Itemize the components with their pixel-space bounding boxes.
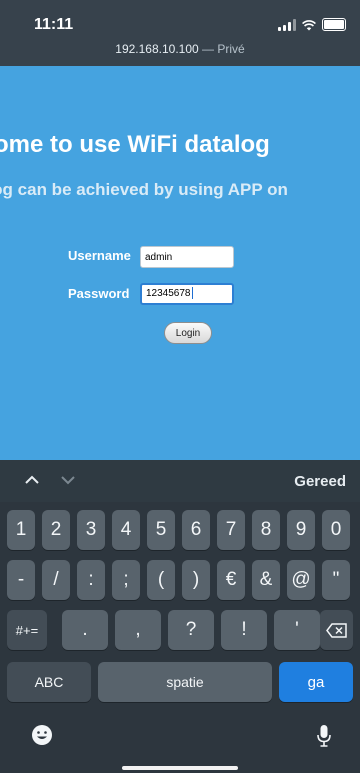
key-semicolon[interactable]: ; (112, 560, 140, 600)
page-title: lcome to use WiFi datalog (0, 131, 270, 158)
browser-top-bar: 11:11 192.168.10.100 — Privé (0, 0, 360, 66)
key-colon[interactable]: : (77, 560, 105, 600)
emoji-icon[interactable] (31, 724, 53, 746)
keyboard-toolbar: Gereed (0, 460, 360, 502)
key-7[interactable]: 7 (217, 510, 245, 550)
done-button[interactable]: Gereed (294, 473, 346, 490)
battery-icon (322, 18, 346, 31)
backspace-icon (325, 622, 347, 638)
key-question[interactable]: ? (168, 610, 214, 650)
cellular-signal-icon (278, 18, 296, 31)
text-caret (191, 287, 193, 300)
key-symbols[interactable]: #+= (7, 610, 47, 650)
status-time: 11:11 (34, 16, 74, 33)
keyboard: 1 2 3 4 5 6 7 8 9 0 - / : ; ( ) € & @ " … (0, 502, 360, 773)
address-bar[interactable]: 192.168.10.100 — Privé (0, 42, 360, 56)
username-label: Username (68, 248, 131, 263)
key-comma[interactable]: , (115, 610, 161, 650)
key-quote[interactable]: " (322, 560, 350, 600)
key-open-paren[interactable]: ( (147, 560, 175, 600)
key-apostrophe[interactable]: ' (274, 610, 320, 650)
key-euro[interactable]: € (217, 560, 245, 600)
chevron-up-icon[interactable] (24, 472, 40, 488)
chevron-down-icon[interactable] (60, 472, 76, 488)
username-input[interactable]: admin (140, 246, 234, 268)
username-value: admin (145, 252, 173, 263)
go-key[interactable]: ga (279, 662, 353, 702)
key-8[interactable]: 8 (252, 510, 280, 550)
key-0[interactable]: 0 (322, 510, 350, 550)
web-content: lcome to use WiFi datalog alog can be ac… (0, 66, 360, 460)
key-2[interactable]: 2 (42, 510, 70, 550)
login-button[interactable]: Login (164, 322, 212, 344)
backspace-key[interactable] (320, 610, 353, 650)
key-exclamation[interactable]: ! (221, 610, 267, 650)
home-indicator (122, 766, 238, 770)
url-separator: — (198, 42, 218, 56)
url-host: 192.168.10.100 (115, 42, 199, 56)
key-slash[interactable]: / (42, 560, 70, 600)
key-ampersand[interactable]: & (252, 560, 280, 600)
key-3[interactable]: 3 (77, 510, 105, 550)
password-label: Password (68, 286, 130, 301)
key-4[interactable]: 4 (112, 510, 140, 550)
space-key[interactable]: spatie (98, 662, 272, 702)
key-at[interactable]: @ (287, 560, 315, 600)
password-input[interactable]: 12345678 (140, 283, 234, 305)
key-9[interactable]: 9 (287, 510, 315, 550)
private-mode-label: Privé (217, 42, 245, 56)
password-value: 12345678 (146, 288, 191, 299)
status-icons (278, 18, 346, 31)
key-6[interactable]: 6 (182, 510, 210, 550)
abc-key[interactable]: ABC (7, 662, 91, 702)
key-close-paren[interactable]: ) (182, 560, 210, 600)
page-subtitle: alog can be achieved by using APP on (0, 180, 288, 199)
key-hyphen[interactable]: - (7, 560, 35, 600)
wifi-icon (302, 19, 316, 30)
key-1[interactable]: 1 (7, 510, 35, 550)
key-5[interactable]: 5 (147, 510, 175, 550)
key-period[interactable]: . (62, 610, 108, 650)
microphone-icon[interactable] (316, 724, 332, 748)
